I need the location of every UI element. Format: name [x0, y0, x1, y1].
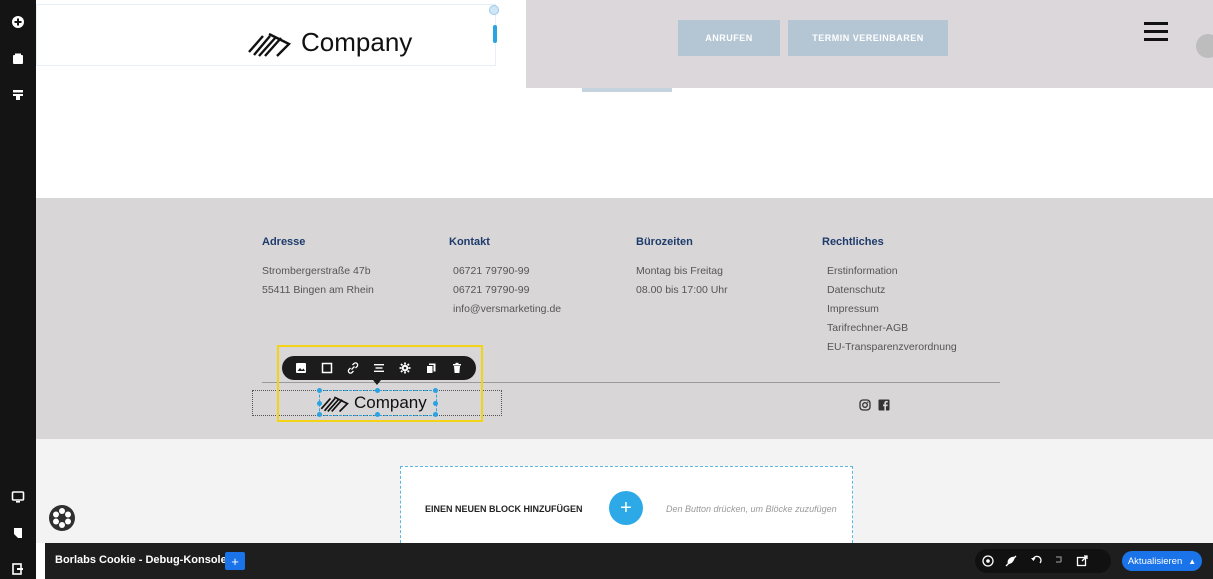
page-icon[interactable]: [9, 50, 27, 68]
block-toolbar: [282, 356, 476, 380]
company-logo-icon: [320, 396, 349, 413]
add-block-label: EINEN NEUEN BLOCK HINZUFÜGEN: [425, 504, 583, 514]
cookie-settings-icon[interactable]: [48, 504, 76, 532]
editor-sidebar: [0, 0, 36, 579]
header-bar: ANRUFEN TERMIN VEREINBAREN: [526, 0, 1213, 88]
debug-console-bar: Borlabs Cookie - Debug-Konsole + Aktuali…: [45, 543, 1213, 579]
update-button[interactable]: Aktualisieren ▲: [1122, 551, 1202, 571]
bookmark-icon[interactable]: [9, 524, 27, 542]
header-accent-line: [582, 88, 672, 92]
company-logo-icon: [248, 32, 292, 57]
chevron-up-icon: ▲: [1188, 556, 1197, 566]
trash-icon[interactable]: [451, 362, 463, 374]
legal-link-datenschutz[interactable]: Datenschutz: [827, 281, 1022, 300]
address-line: 55411 Bingen am Rhein: [262, 284, 374, 296]
resize-handle[interactable]: [375, 388, 380, 393]
footer-col-address: Adresse Strombergerstraße 47b 55411 Bing…: [262, 236, 442, 300]
update-label: Aktualisieren: [1127, 555, 1183, 567]
column-heading: Kontakt: [449, 236, 490, 248]
footer-logo-selection[interactable]: Company: [317, 388, 438, 417]
header-logo-area[interactable]: Company: [36, 4, 499, 66]
external-link-icon[interactable]: [1076, 555, 1088, 567]
action-icons-group: [975, 549, 1111, 573]
debug-add-button[interactable]: +: [225, 552, 245, 570]
align-icon[interactable]: [373, 362, 385, 374]
copy-icon[interactable]: [425, 362, 437, 374]
toolbar-pointer: [373, 380, 381, 385]
resize-handle[interactable]: [317, 388, 322, 393]
link-icon[interactable]: [347, 362, 359, 374]
legal-link-tarifrechner[interactable]: Tarifrechner-AGB: [827, 319, 1022, 338]
footer-logo-text: Company: [354, 393, 427, 412]
footer-col-contact: Kontakt 06721 79790-99 06721 79790-99 in…: [449, 236, 629, 319]
facebook-icon[interactable]: [878, 399, 890, 411]
floating-action-icon[interactable]: [1196, 34, 1213, 58]
appointment-button[interactable]: TERMIN VEREINBAREN: [788, 20, 948, 56]
column-heading: Bürozeiten: [636, 236, 693, 248]
resize-handle[interactable]: [493, 25, 497, 43]
phone-link[interactable]: 06721 79790-99: [453, 262, 629, 281]
header-logo[interactable]: Company: [247, 27, 412, 58]
disable-icon[interactable]: [1005, 555, 1017, 567]
resize-dot[interactable]: [489, 5, 499, 15]
hours-line: Montag bis Freitag: [636, 265, 723, 277]
call-button[interactable]: ANRUFEN: [678, 20, 780, 56]
redo-icon[interactable]: [1053, 555, 1065, 567]
instagram-icon[interactable]: [859, 399, 871, 411]
footer-col-hours: Bürozeiten Montag bis Freitag 08.00 bis …: [636, 236, 816, 300]
square-icon[interactable]: [321, 362, 333, 374]
resize-handle[interactable]: [317, 412, 322, 417]
resize-handle[interactable]: [433, 388, 438, 393]
address-line: Strombergerstraße 47b: [262, 265, 371, 277]
header-logo-text: Company: [301, 27, 413, 57]
column-heading: Adresse: [262, 236, 306, 248]
add-icon[interactable]: [9, 13, 27, 31]
add-block-area: EINEN NEUEN BLOCK HINZUFÜGEN + Den Butto…: [400, 466, 853, 543]
image-icon[interactable]: [295, 362, 307, 374]
resize-handle[interactable]: [317, 401, 322, 406]
column-heading: Rechtliches: [822, 236, 884, 248]
fax-line: 06721 79790-99: [453, 284, 530, 296]
layout-icon[interactable]: [9, 86, 27, 104]
footer-col-legal: Rechtliches Erstinformation Datenschutz …: [822, 236, 1022, 357]
add-block-hint: Den Button drücken, um Blöcke zuzufügen: [666, 504, 837, 514]
help-icon[interactable]: [982, 555, 994, 567]
legal-link-eu-transparenz[interactable]: EU-Transparenzverordnung: [827, 338, 1022, 357]
resize-handle[interactable]: [375, 412, 380, 417]
resize-handle[interactable]: [433, 412, 438, 417]
legal-link-erstinformation[interactable]: Erstinformation: [827, 262, 1022, 281]
hours-line: 08.00 bis 17:00 Uhr: [636, 284, 728, 296]
resize-handle[interactable]: [433, 401, 438, 406]
debug-console-title: Borlabs Cookie - Debug-Konsole: [55, 554, 227, 566]
undo-icon[interactable]: [1030, 555, 1042, 567]
gear-icon[interactable]: [399, 362, 411, 374]
hamburger-icon[interactable]: [1144, 22, 1168, 42]
legal-link-impressum[interactable]: Impressum: [827, 300, 1022, 319]
exit-icon[interactable]: [9, 560, 27, 578]
add-block-button[interactable]: +: [609, 491, 643, 525]
email-link[interactable]: info@versmarketing.de: [453, 300, 629, 319]
desktop-icon[interactable]: [9, 488, 27, 506]
